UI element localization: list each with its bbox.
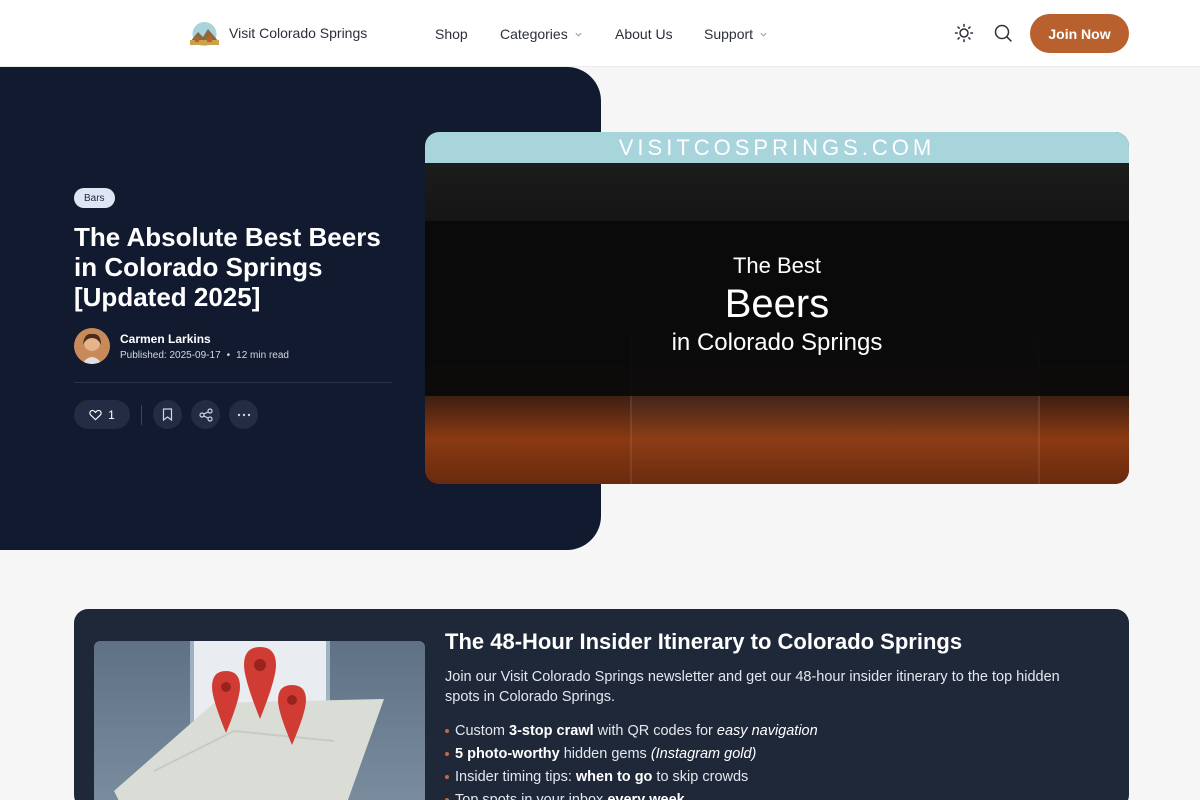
brand-name: Visit Colorado Springs — [229, 25, 368, 41]
bookmark-button[interactable] — [153, 400, 182, 429]
list-item: Insider timing tips: when to go to skip … — [445, 765, 818, 788]
bookmark-icon — [162, 408, 173, 421]
read-time: 12 min read — [236, 349, 289, 361]
item-bold: when to go — [575, 768, 653, 785]
actions-divider — [141, 404, 142, 425]
bullet-icon — [445, 774, 449, 779]
like-button[interactable]: 1 — [74, 400, 130, 429]
image-line-1: The Best — [732, 253, 822, 278]
image-line-3: in Colorado Springs — [671, 329, 883, 356]
more-icon — [237, 413, 250, 416]
image-line-2: Beers — [724, 282, 830, 326]
item-text: to skip crowds — [652, 768, 749, 785]
article-title: The Absolute Best Beers in Colorado Spri… — [74, 222, 381, 312]
item-text: Top spots in your inbox — [455, 791, 608, 800]
share-icon — [198, 407, 213, 422]
share-button[interactable] — [191, 400, 220, 429]
brand-link[interactable]: Visit Colorado Springs — [189, 20, 367, 46]
published-date: Published: 2025-09-17 — [120, 349, 221, 361]
map-pins-illustration — [94, 641, 425, 800]
more-options-button[interactable] — [229, 400, 258, 429]
article-actions: 1 — [74, 400, 267, 429]
newsletter-benefits-list: Custom 3-stop crawl with QR codes for ea… — [445, 719, 818, 800]
chevron-down-icon — [760, 32, 767, 37]
image-overlay-text: The Best Beers in Colorado Springs — [425, 252, 1129, 358]
item-bold: 5 photo-worthy — [455, 745, 560, 762]
theme-toggle-button[interactable] — [953, 22, 975, 44]
item-text: hidden gems — [559, 745, 651, 762]
like-count: 1 — [108, 407, 115, 422]
hero-divider — [74, 382, 392, 383]
item-text: with QR codes for — [593, 722, 717, 739]
newsletter-description: Join our Visit Colorado Springs newslett… — [445, 669, 1060, 705]
featured-image: VISITCOSPRINGS.COM The Best Beers in Col… — [425, 132, 1129, 484]
article-meta: Published: 2025-09-17 • 12 min read — [120, 350, 289, 361]
avatar[interactable] — [74, 328, 110, 364]
site-header: Visit Colorado Springs Shop Categories A… — [0, 0, 1200, 67]
heart-icon — [89, 409, 102, 420]
list-item: Top spots in your inbox every week — [445, 788, 818, 800]
join-now-button[interactable]: Join Now — [1030, 14, 1129, 53]
list-item: Custom 3-stop crawl with QR codes for ea… — [445, 719, 818, 742]
newsletter-card: The 48-Hour Insider Itinerary to Colorad… — [74, 609, 1129, 800]
image-banner-text: VISITCOSPRINGS.COM — [425, 132, 1129, 163]
sun-icon — [954, 23, 974, 43]
nav-item-categories[interactable]: Categories — [500, 24, 583, 44]
item-text: Insider timing tips: — [455, 768, 576, 785]
nav-item-label: About Us — [615, 26, 673, 42]
nav-item-label: Categories — [500, 26, 568, 42]
nav-item-about-us[interactable]: About Us — [615, 24, 673, 44]
map-pins-icon — [114, 641, 384, 800]
bullet-icon — [445, 728, 449, 733]
search-icon — [994, 24, 1012, 42]
avatar-image — [74, 328, 110, 364]
author-name[interactable]: Carmen Larkins — [120, 332, 289, 346]
category-tag[interactable]: Bars — [74, 188, 115, 208]
item-italic: (Instagram gold) — [650, 745, 757, 762]
item-bold: 3-stop crawl — [509, 722, 594, 739]
meta-separator: • — [226, 349, 231, 361]
newsletter-title: The 48-Hour Insider Itinerary to Colorad… — [445, 629, 963, 654]
chevron-down-icon — [575, 32, 582, 37]
item-bold: every week — [607, 791, 685, 800]
nav-item-label: Shop — [435, 26, 468, 42]
nav-item-shop[interactable]: Shop — [435, 24, 468, 44]
author-block: Carmen Larkins Published: 2025-09-17 • 1… — [74, 328, 289, 364]
nav-item-support[interactable]: Support — [704, 24, 768, 44]
item-italic: easy navigation — [716, 722, 818, 739]
item-text: Custom — [455, 722, 509, 739]
list-item: 5 photo-worthy hidden gems (Instagram go… — [445, 742, 818, 765]
brand-logo-icon — [190, 22, 219, 46]
search-button[interactable] — [992, 22, 1014, 44]
bullet-icon — [445, 751, 449, 756]
nav-item-label: Support — [704, 26, 754, 42]
